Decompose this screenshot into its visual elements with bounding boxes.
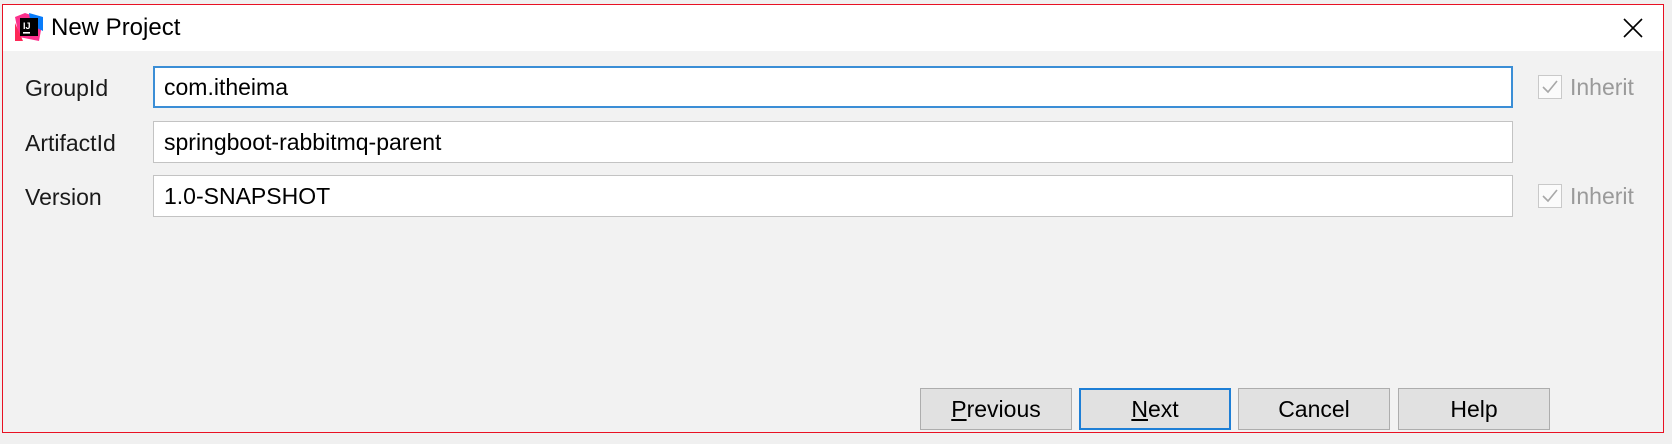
cancel-button[interactable]: Cancel	[1238, 388, 1390, 430]
groupid-input[interactable]	[153, 66, 1513, 108]
previous-button[interactable]: Previous	[920, 388, 1072, 430]
groupid-inherit-checkbox[interactable]: Inherit	[1538, 73, 1634, 101]
check-icon	[1542, 80, 1558, 94]
inherit-checkbox-box[interactable]	[1538, 75, 1562, 99]
version-input[interactable]	[153, 175, 1513, 217]
inherit-label: Inherit	[1570, 74, 1634, 100]
help-button[interactable]: Help	[1398, 388, 1550, 430]
groupid-row: GroupId Inherit	[3, 66, 1663, 110]
close-icon	[1623, 18, 1643, 38]
intellij-app-icon: IJ	[15, 13, 43, 41]
previous-label-rest: revious	[966, 395, 1041, 422]
artifactid-input[interactable]	[153, 121, 1513, 163]
version-inherit-checkbox[interactable]: Inherit	[1538, 182, 1634, 210]
previous-mnemonic: P	[951, 395, 967, 422]
title-bar: IJ New Project	[3, 5, 1663, 51]
dialog-content: GroupId Inherit ArtifactId Version	[3, 51, 1663, 432]
version-label: Version	[25, 184, 102, 210]
app-icon-text: IJ	[23, 21, 31, 31]
window-title: New Project	[51, 14, 181, 41]
next-label-rest: ext	[1147, 395, 1179, 422]
artifactid-row: ArtifactId	[3, 121, 1663, 165]
artifactid-label: ArtifactId	[25, 130, 116, 156]
next-mnemonic: N	[1131, 395, 1148, 422]
close-button[interactable]	[1603, 5, 1663, 51]
new-project-dialog: IJ New Project GroupId Inherit Art	[2, 4, 1664, 433]
version-row: Version Inherit	[3, 175, 1663, 219]
groupid-label: GroupId	[25, 75, 109, 101]
check-icon	[1542, 189, 1558, 203]
inherit-checkbox-box[interactable]	[1538, 184, 1562, 208]
inherit-label: Inherit	[1570, 183, 1634, 209]
next-button[interactable]: Next	[1079, 388, 1231, 430]
